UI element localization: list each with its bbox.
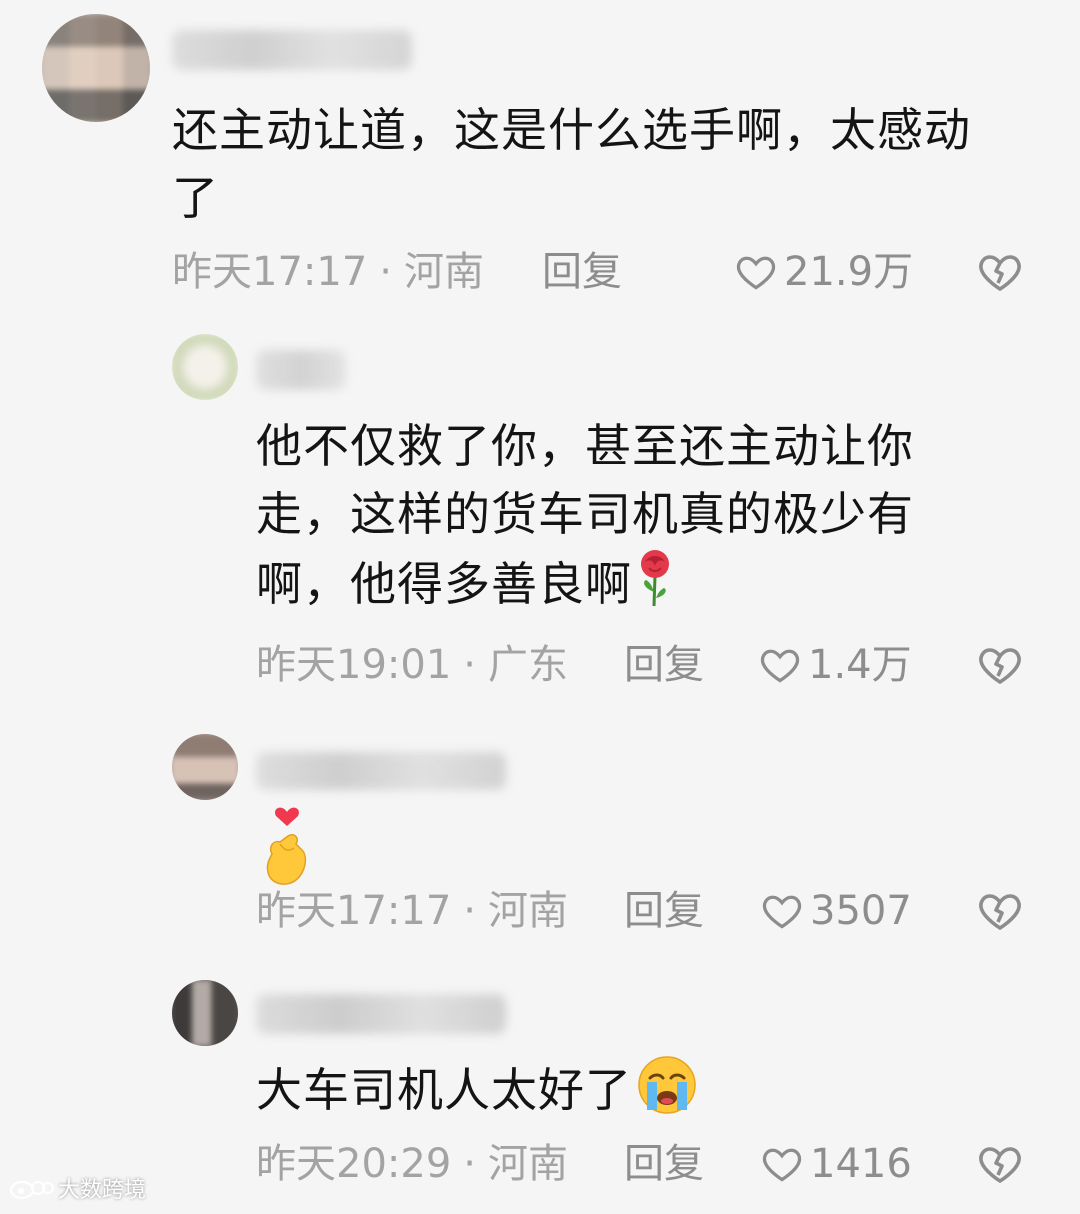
username-blurred[interactable] <box>256 752 506 790</box>
location: 河南 <box>488 1141 568 1187</box>
finger-heart-emoji <box>266 807 307 885</box>
like-count: 21.9万 <box>784 249 914 295</box>
avatar[interactable] <box>172 734 238 800</box>
heart-outline-icon <box>736 256 776 290</box>
separator: · <box>379 249 392 295</box>
reply-button[interactable]: 回复 <box>624 886 704 936</box>
location: 广东 <box>488 642 568 688</box>
comment-meta: 昨天17:17 · 河南 <box>172 247 484 297</box>
timestamp: 昨天17:17 <box>256 888 452 934</box>
comment-meta: 昨天20:29 · 河南 <box>256 1139 568 1189</box>
watermark-text: 大数跨境 <box>58 1178 147 1203</box>
heart-outline-icon <box>762 895 802 929</box>
username-blurred[interactable] <box>256 994 506 1034</box>
username-blurred[interactable] <box>256 350 346 390</box>
like-count: 1.4万 <box>808 642 912 688</box>
timestamp: 昨天19:01 <box>256 642 452 688</box>
avatar[interactable] <box>172 334 238 400</box>
broken-heart-icon[interactable] <box>976 248 1024 296</box>
broken-heart-icon[interactable] <box>976 887 1024 935</box>
reply-button[interactable]: 回复 <box>542 247 622 297</box>
watermark: 大数跨境 <box>8 1172 146 1204</box>
comment-1: 还主动让道，这是什么选手啊，太感动 了 昨天17:17 · 河南 回复 21.9万 <box>0 0 1080 310</box>
comment-2: 他不仅救了你，甚至还主动让你 走，这样的货车司机真的极少有 啊，他得多善良啊 昨… <box>0 320 1080 710</box>
comment-text: 还主动让道，这是什么选手啊，太感动 了 <box>172 103 971 225</box>
separator: · <box>463 642 476 688</box>
like-count: 3507 <box>810 888 912 934</box>
weibo-logo-icon <box>9 1180 54 1200</box>
comment-text: 大车司机人太好了 <box>256 1054 698 1124</box>
heart-outline-icon <box>762 1148 802 1182</box>
like-count: 1416 <box>810 1141 912 1187</box>
timestamp: 昨天20:29 <box>256 1141 452 1187</box>
like-button[interactable]: 21.9万 <box>734 247 913 297</box>
like-button[interactable]: 3507 <box>760 886 912 936</box>
broken-heart-icon[interactable] <box>976 1140 1024 1188</box>
comment-text: 他不仅救了你，甚至还主动让你 走，这样的货车司机真的极少有 啊，他得多善良啊 <box>256 419 914 611</box>
like-button[interactable]: 1.4万 <box>758 640 912 690</box>
separator: · <box>463 1141 476 1187</box>
comment-3: 昨天17:17 · 河南 回复 3507 <box>0 720 1080 960</box>
reply-button[interactable]: 回复 <box>624 1139 704 1189</box>
reply-button[interactable]: 回复 <box>624 640 704 690</box>
timestamp: 昨天17:17 <box>172 249 368 295</box>
avatar[interactable] <box>42 14 150 122</box>
rose-emoji <box>641 550 669 607</box>
crying-face-emoji <box>638 1056 696 1114</box>
comment-meta: 昨天19:01 · 广东 <box>256 640 568 690</box>
heart-outline-icon <box>760 649 800 683</box>
avatar[interactable] <box>172 980 238 1046</box>
separator: · <box>463 888 476 934</box>
like-button[interactable]: 1416 <box>760 1139 912 1189</box>
username-blurred[interactable] <box>172 30 412 70</box>
location: 河南 <box>404 249 484 295</box>
broken-heart-icon[interactable] <box>976 641 1024 689</box>
location: 河南 <box>488 888 568 934</box>
comment-meta: 昨天17:17 · 河南 <box>256 886 568 936</box>
comment-4: 大车司机人太好了 昨天20:29 · 河南 回复 1416 <box>0 968 1080 1208</box>
